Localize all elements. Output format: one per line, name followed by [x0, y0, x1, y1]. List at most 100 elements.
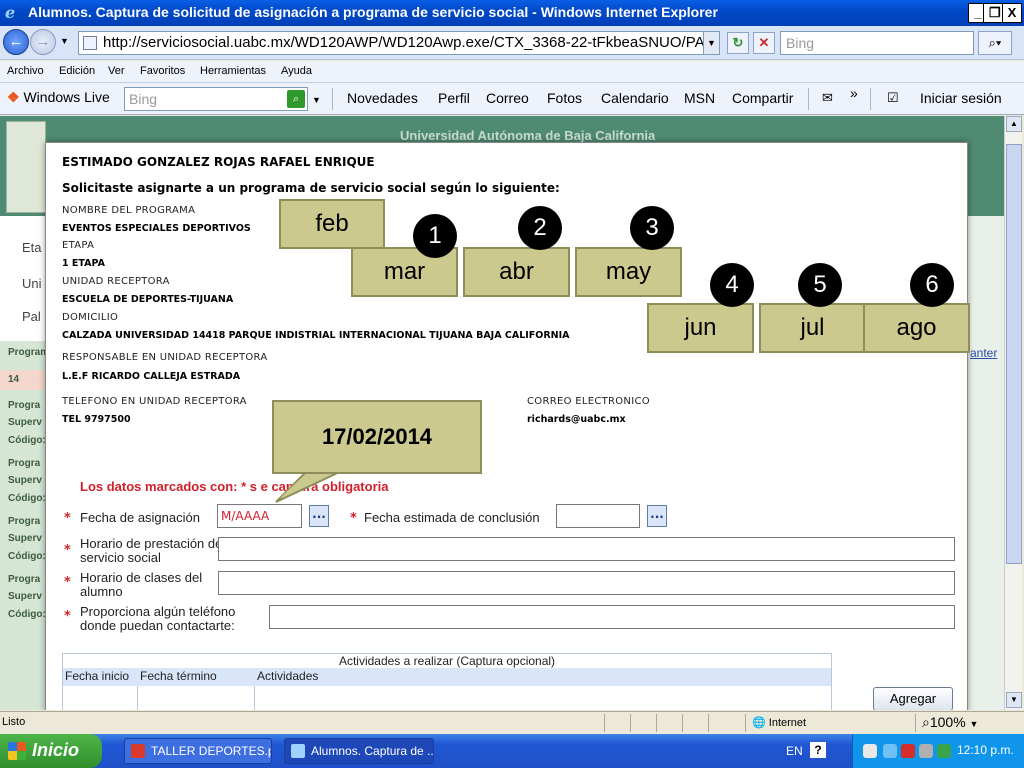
- menu-favoritos[interactable]: Favoritos: [140, 65, 185, 77]
- signin-link[interactable]: Iniciar sesión: [920, 90, 1002, 106]
- month-label-jun: jun: [647, 303, 754, 353]
- program-name-value: EVENTOS ESPECIALES DEPORTIVOS: [62, 223, 251, 234]
- end-date-input[interactable]: [556, 504, 640, 528]
- menu-edicion[interactable]: Edición: [59, 65, 95, 77]
- responsible-label: RESPONSABLE EN UNIDAD RECEPTORA: [62, 352, 268, 363]
- bg-label: Código:: [8, 551, 46, 562]
- search-input[interactable]: Bing: [780, 31, 974, 55]
- zoom-dropdown-icon[interactable]: ▼: [970, 719, 979, 729]
- receiving-unit-label: UNIDAD RECEPTORA: [62, 276, 170, 287]
- status-separator: [656, 714, 657, 732]
- status-separator: [682, 714, 683, 732]
- bg-label: Superv: [8, 417, 42, 428]
- menu-herramientas[interactable]: Herramientas: [200, 65, 266, 77]
- task-alumnos-ie[interactable]: Alumnos. Captura de ...: [284, 738, 434, 764]
- live-search-go-icon[interactable]: ⌕: [287, 90, 305, 108]
- email-value: richards@uabc.mx: [527, 414, 626, 425]
- col-activities: Actividades: [257, 669, 319, 683]
- window-title: Alumnos. Captura de solicitud de asignac…: [28, 4, 718, 20]
- search-icon[interactable]: ⌕▾: [978, 31, 1012, 55]
- volume-icon[interactable]: [919, 744, 933, 758]
- start-button[interactable]: Inicio: [0, 734, 102, 768]
- live-search-input[interactable]: Bing: [124, 87, 308, 111]
- updates-icon[interactable]: [937, 744, 951, 758]
- responsible-value: L.E.F RICARDO CALLEJA ESTRADA: [62, 371, 241, 382]
- step-number-2: 2: [518, 206, 562, 250]
- class-schedule-label: Horario de clases del alumno: [80, 570, 203, 599]
- address-dropdown-icon[interactable]: ▼: [703, 32, 719, 54]
- close-button[interactable]: X: [1002, 3, 1022, 23]
- taskbar: Inicio TALLER DEPORTES.p... Alumnos. Cap…: [0, 734, 1024, 768]
- status-text: Listo: [2, 716, 26, 728]
- add-activity-button[interactable]: Agregar: [873, 687, 953, 710]
- scroll-up-icon[interactable]: ▲: [1006, 116, 1022, 132]
- task-taller-deportes[interactable]: TALLER DEPORTES.p...: [124, 738, 272, 764]
- unit-phone-label: TELEFONO EN UNIDAD RECEPTORA: [62, 396, 247, 407]
- globe-icon: 🌐: [752, 717, 766, 729]
- address-value: CALZADA UNIVERSIDAD 14418 PARQUE INDISTR…: [62, 330, 570, 341]
- receiving-unit-value: ESCUELA DE DEPORTES-TIJUANA: [62, 294, 234, 305]
- restore-button[interactable]: ❐: [983, 3, 1003, 23]
- menu-bar: Archivo Edición Ver Favoritos Herramient…: [0, 61, 1024, 83]
- assign-date-calendar-button[interactable]: ...: [309, 505, 329, 527]
- menu-ver[interactable]: Ver: [108, 65, 125, 77]
- step-number-4: 4: [710, 263, 754, 307]
- windows-live-logo[interactable]: ❖ Windows Live: [7, 89, 110, 106]
- page-content: Universidad Autónoma de Baja California …: [0, 116, 1004, 710]
- internet-explorer-icon: [291, 744, 305, 758]
- link-novedades[interactable]: Novedades: [347, 90, 418, 106]
- phone-input[interactable]: [269, 605, 955, 629]
- network-icon[interactable]: [863, 744, 877, 758]
- table-divider: [254, 686, 255, 710]
- month-label-jul: jul: [759, 303, 866, 353]
- toolbar-separator: [870, 88, 871, 110]
- history-dropdown-icon[interactable]: ▼: [60, 36, 69, 46]
- schedule-input[interactable]: [218, 537, 955, 561]
- status-separator: [915, 714, 916, 732]
- windows-flag-icon: ❖: [7, 89, 20, 105]
- link-calendario[interactable]: Calendario: [601, 90, 669, 106]
- class-schedule-input[interactable]: [218, 571, 955, 595]
- link-compartir[interactable]: Compartir: [732, 90, 793, 106]
- link-perfil[interactable]: Perfil: [438, 90, 470, 106]
- address-toolbar: ← → ▼ http://serviciosocial.uabc.mx/WD12…: [0, 26, 1024, 60]
- messenger-icon[interactable]: [883, 744, 897, 758]
- program-name-label: NOMBRE DEL PROGRAMA: [62, 205, 196, 216]
- activities-table: Actividades a realizar (Captura opcional…: [62, 653, 832, 710]
- scroll-thumb[interactable]: [1006, 144, 1022, 564]
- forward-button[interactable]: →: [30, 29, 56, 55]
- windows-live-toolbar: ❖ Windows Live Bing ⌕ ▼ Novedades Perfil…: [0, 83, 1024, 115]
- zoom-icon: ⌕: [922, 714, 930, 730]
- scroll-down-icon[interactable]: ▼: [1006, 692, 1022, 708]
- date-callout: 17/02/2014: [272, 400, 482, 474]
- link-fotos[interactable]: Fotos: [547, 90, 582, 106]
- help-icon[interactable]: ?: [810, 742, 826, 758]
- security-alert-icon[interactable]: [901, 744, 915, 758]
- zoom-control[interactable]: ⌕100% ▼: [922, 714, 978, 731]
- language-indicator[interactable]: EN: [786, 744, 803, 758]
- required-marker: *: [64, 609, 71, 624]
- address-field[interactable]: http://serviciosocial.uabc.mx/WD120AWP/W…: [78, 31, 720, 55]
- back-button[interactable]: ←: [3, 29, 29, 55]
- menu-ayuda[interactable]: Ayuda: [281, 65, 312, 77]
- windows-logo-icon: [8, 742, 26, 760]
- refresh-icon[interactable]: ↻: [727, 32, 749, 54]
- greeting: ESTIMADO GONZALEZ ROJAS RAFAEL ENRIQUE: [62, 155, 375, 169]
- bg-pagination-link[interactable]: anter: [970, 346, 1004, 360]
- end-date-label: Fecha estimada de conclusión: [364, 510, 540, 525]
- stop-icon[interactable]: ✕: [753, 32, 775, 54]
- background-right-panel: [968, 216, 1004, 710]
- menu-archivo[interactable]: Archivo: [7, 65, 44, 77]
- stage-value: 1 ETAPA: [62, 258, 105, 269]
- share-icon[interactable]: ✉: [822, 90, 833, 106]
- url-text[interactable]: http://serviciosocial.uabc.mx/WD120AWP/W…: [103, 34, 703, 51]
- link-msn[interactable]: MSN: [684, 90, 715, 106]
- assign-date-label: Fecha de asignación: [80, 510, 200, 525]
- end-date-calendar-button[interactable]: ...: [647, 505, 667, 527]
- live-search-dropdown-icon[interactable]: ▼: [312, 95, 321, 105]
- assign-date-input[interactable]: M/AAAA: [217, 504, 302, 528]
- link-correo[interactable]: Correo: [486, 90, 529, 106]
- required-marker: *: [64, 511, 71, 526]
- more-links-chevron[interactable]: »: [850, 85, 858, 101]
- page-scrollbar[interactable]: ▲ ▼: [1004, 116, 1022, 710]
